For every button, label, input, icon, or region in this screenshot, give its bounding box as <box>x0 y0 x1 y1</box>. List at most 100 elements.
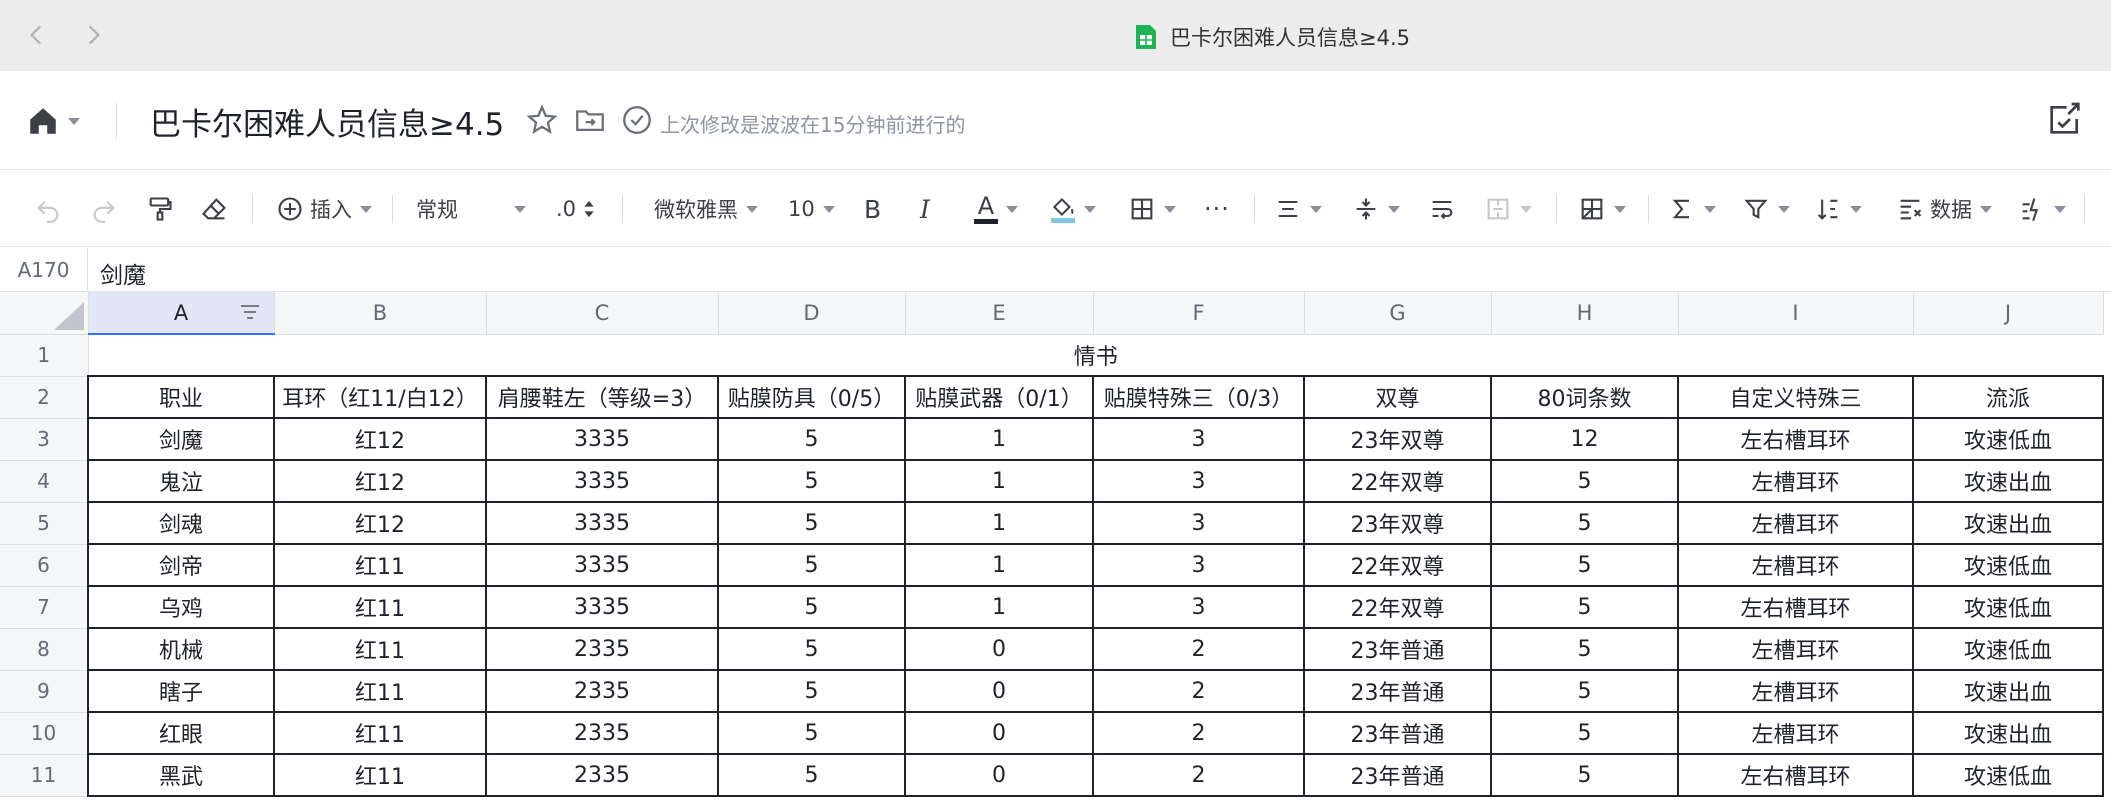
table-cell[interactable]: 23年双尊 <box>1303 417 1492 461</box>
table-cell[interactable]: 1 <box>904 417 1094 461</box>
table-cell[interactable]: 2 <box>1092 627 1305 671</box>
row-header[interactable]: 11 <box>0 754 89 797</box>
table-cell[interactable]: 2 <box>1092 711 1305 755</box>
table-cell[interactable]: 5 <box>717 459 906 503</box>
column-header-i[interactable]: I <box>1678 292 1914 335</box>
table-cell[interactable]: 乌鸡 <box>87 585 275 629</box>
share-edit-icon[interactable] <box>2045 99 2085 139</box>
row-header[interactable]: 10 <box>0 712 89 755</box>
table-cell[interactable]: 5 <box>717 753 906 797</box>
text-color-button[interactable]: A <box>974 189 1018 229</box>
table-cell[interactable]: 左槽耳环 <box>1677 711 1914 755</box>
formula-input[interactable]: 剑魔 <box>100 256 146 290</box>
table-cell[interactable]: 左右槽耳环 <box>1677 585 1914 629</box>
table-cell[interactable]: 2335 <box>485 753 719 797</box>
number-format-select[interactable]: 常规 <box>416 189 526 229</box>
home-button[interactable] <box>26 101 90 141</box>
table-cell[interactable]: 左右槽耳环 <box>1677 753 1914 797</box>
table-cell[interactable]: 左槽耳环 <box>1677 459 1914 503</box>
back-arrow-icon[interactable] <box>24 22 50 48</box>
table-cell[interactable]: 23年普通 <box>1303 627 1492 671</box>
table-cell[interactable]: 3335 <box>485 501 719 545</box>
table-cell[interactable]: 黑武 <box>87 753 275 797</box>
table-cell[interactable]: 5 <box>1490 753 1679 797</box>
column-header-a[interactable]: A <box>88 292 275 335</box>
table-cell[interactable]: 2335 <box>485 669 719 713</box>
table-cell[interactable]: 23年普通 <box>1303 711 1492 755</box>
table-cell[interactable]: 3335 <box>485 417 719 461</box>
table-cell[interactable]: 3335 <box>485 585 719 629</box>
header-cell[interactable]: 80词条数 <box>1490 375 1679 419</box>
automation-button[interactable] <box>2018 189 2066 229</box>
column-header-b[interactable]: B <box>274 292 487 335</box>
data-menu[interactable]: 数据 <box>1896 189 1992 229</box>
table-cell[interactable]: 攻速低血 <box>1912 417 2104 461</box>
table-cell[interactable]: 左槽耳环 <box>1677 501 1914 545</box>
forward-arrow-icon[interactable] <box>80 22 106 48</box>
table-cell[interactable]: 瞎子 <box>87 669 275 713</box>
fill-color-button[interactable] <box>1050 189 1096 229</box>
decimal-places-stepper[interactable]: .0 <box>556 189 596 229</box>
table-cell[interactable]: 22年双尊 <box>1303 459 1492 503</box>
column-header-j[interactable]: J <box>1913 292 2104 335</box>
table-cell[interactable]: 5 <box>1490 543 1679 587</box>
row-header[interactable]: 5 <box>0 502 89 545</box>
wrap-text-button[interactable] <box>1428 189 1456 229</box>
table-cell[interactable]: 3335 <box>485 543 719 587</box>
table-cell[interactable]: 23年普通 <box>1303 753 1492 797</box>
font-family-select[interactable]: 微软雅黑 <box>654 189 758 229</box>
table-cell[interactable]: 1 <box>904 501 1094 545</box>
header-cell[interactable]: 肩腰鞋左（等级=3） <box>485 375 719 419</box>
table-cell[interactable]: 攻速低血 <box>1912 753 2104 797</box>
table-cell[interactable]: 22年双尊 <box>1303 585 1492 629</box>
header-cell[interactable]: 耳环（红11/白12） <box>273 375 487 419</box>
table-cell[interactable]: 1 <box>904 459 1094 503</box>
cell-reference-box[interactable]: A170 <box>0 248 88 292</box>
redo-button[interactable] <box>90 189 118 229</box>
format-painter-button[interactable] <box>146 189 174 229</box>
table-cell[interactable]: 红12 <box>273 417 487 461</box>
undo-button[interactable] <box>34 189 62 229</box>
table-cell[interactable]: 5 <box>1490 669 1679 713</box>
column-header-g[interactable]: G <box>1304 292 1492 335</box>
table-cell[interactable]: 5 <box>1490 585 1679 629</box>
clear-format-button[interactable] <box>200 189 228 229</box>
table-cell[interactable]: 23年双尊 <box>1303 501 1492 545</box>
table-cell[interactable]: 攻速出血 <box>1912 711 2104 755</box>
table-cell[interactable]: 2 <box>1092 753 1305 797</box>
table-cell[interactable]: 3 <box>1092 459 1305 503</box>
table-cell[interactable]: 红11 <box>273 585 487 629</box>
table-cell[interactable]: 机械 <box>87 627 275 671</box>
column-menu-icon[interactable] <box>238 300 262 324</box>
row-header[interactable]: 6 <box>0 544 89 587</box>
table-cell[interactable]: 鬼泣 <box>87 459 275 503</box>
more-button[interactable]: ··· <box>1204 189 1230 229</box>
header-cell[interactable]: 自定义特殊三 <box>1677 375 1914 419</box>
font-size-select[interactable]: 10 <box>788 189 835 229</box>
table-cell[interactable]: 攻速低血 <box>1912 543 2104 587</box>
header-cell[interactable]: 职业 <box>87 375 275 419</box>
move-to-folder-icon[interactable] <box>573 103 607 137</box>
vertical-align-button[interactable] <box>1352 189 1400 229</box>
select-all-corner[interactable] <box>0 292 89 335</box>
table-cell[interactable]: 剑帝 <box>87 543 275 587</box>
column-header-c[interactable]: C <box>486 292 719 335</box>
row-header[interactable]: 9 <box>0 670 89 713</box>
table-cell[interactable]: 5 <box>1490 501 1679 545</box>
table-cell[interactable]: 5 <box>717 543 906 587</box>
table-cell[interactable]: 5 <box>717 669 906 713</box>
table-cell[interactable]: 红11 <box>273 711 487 755</box>
table-cell[interactable]: 左槽耳环 <box>1677 543 1914 587</box>
merged-title-cell[interactable]: 情书 <box>88 334 2103 377</box>
document-title[interactable]: 巴卡尔困难人员信息≥4.5 <box>150 99 504 144</box>
italic-button[interactable]: I <box>920 189 930 229</box>
table-cell[interactable]: 剑魔 <box>87 417 275 461</box>
row-header[interactable]: 1 <box>0 334 89 377</box>
table-cell[interactable]: 2335 <box>485 711 719 755</box>
borders-button[interactable] <box>1128 189 1176 229</box>
table-cell[interactable]: 5 <box>1490 711 1679 755</box>
table-cell[interactable]: 红11 <box>273 627 487 671</box>
header-cell[interactable]: 贴膜特殊三（0/3） <box>1092 375 1305 419</box>
table-cell[interactable]: 5 <box>717 627 906 671</box>
star-icon[interactable] <box>525 103 559 137</box>
